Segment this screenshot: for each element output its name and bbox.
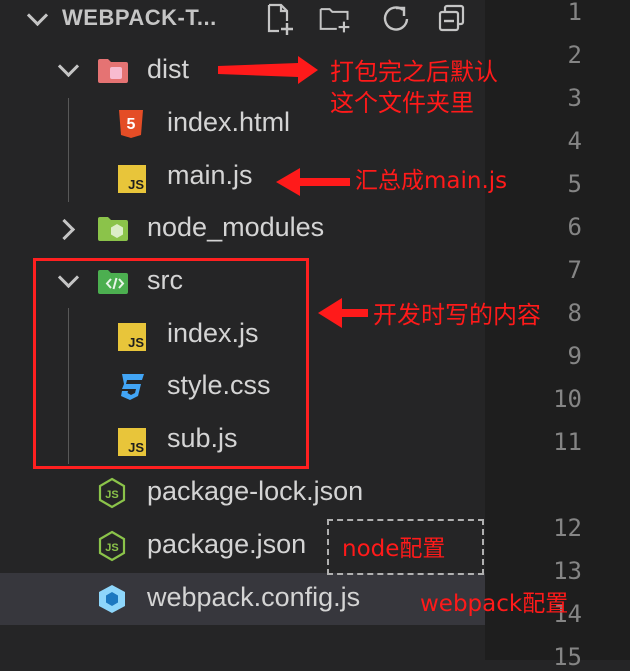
tree-item-package-lock-json[interactable]: JS package-lock.json: [0, 467, 485, 519]
line-number: 10: [553, 385, 582, 413]
tree-item-webpack-config-js[interactable]: webpack.config.js: [0, 573, 485, 625]
new-folder-icon[interactable]: [318, 2, 352, 36]
annotation-webpack-config: webpack配置: [420, 591, 569, 617]
annotation-src: 开发时写的内容: [373, 301, 541, 329]
tree-item-label: package-lock.json: [147, 476, 364, 506]
refresh-icon[interactable]: [378, 2, 412, 36]
tree-item-label: node_modules: [147, 212, 325, 242]
folder-node-icon: [98, 217, 128, 241]
line-number: 9: [567, 342, 582, 370]
line-number: 5: [567, 170, 582, 198]
new-file-icon[interactable]: [262, 2, 296, 36]
folder-dist-icon: [98, 59, 128, 83]
line-number: 15: [553, 643, 582, 671]
annotation-node-config: node配置: [342, 536, 446, 562]
tree-item-label: webpack.config.js: [147, 582, 361, 612]
js-file-icon: JS: [118, 165, 146, 193]
html5-icon: 5: [119, 110, 143, 138]
annotation-dist-line1: 打包完之后默认: [330, 58, 498, 86]
tree-item-label: main.js: [167, 160, 253, 190]
svg-text:JS: JS: [105, 489, 118, 501]
workspace-title: WEBPACK-T...: [62, 5, 217, 30]
webpack-icon: [99, 585, 125, 613]
line-number: 12: [553, 514, 582, 542]
explorer-header[interactable]: WEBPACK-T...: [0, 0, 485, 36]
collapse-all-icon[interactable]: [435, 2, 469, 36]
line-number: 3: [567, 84, 582, 112]
svg-text:5: 5: [127, 116, 136, 133]
line-number: 1: [567, 0, 582, 26]
line-number: 11: [553, 428, 582, 456]
line-number: 13: [553, 557, 582, 585]
annotation-dist-line2: 这个文件夹里: [330, 89, 474, 117]
line-number: 6: [567, 213, 582, 241]
line-number: 4: [567, 127, 582, 155]
chevron-right-icon[interactable]: [53, 218, 76, 241]
line-number: 7: [567, 256, 582, 284]
svg-text:JS: JS: [105, 542, 118, 554]
tree-item-label: package.json: [147, 529, 307, 559]
src-highlight-box: [33, 258, 309, 469]
chevron-down-icon[interactable]: [26, 4, 49, 27]
annotation-mainjs: 汇总成main.js: [355, 168, 508, 194]
tree-item-label: dist: [147, 54, 190, 84]
line-number: 2: [567, 41, 582, 69]
nodejs-icon: JS: [98, 530, 126, 562]
tree-item-node-modules[interactable]: node_modules: [0, 203, 485, 255]
tree-item-label: index.html: [167, 107, 291, 137]
nodejs-icon: JS: [98, 477, 126, 509]
chevron-down-icon[interactable]: [57, 55, 80, 78]
